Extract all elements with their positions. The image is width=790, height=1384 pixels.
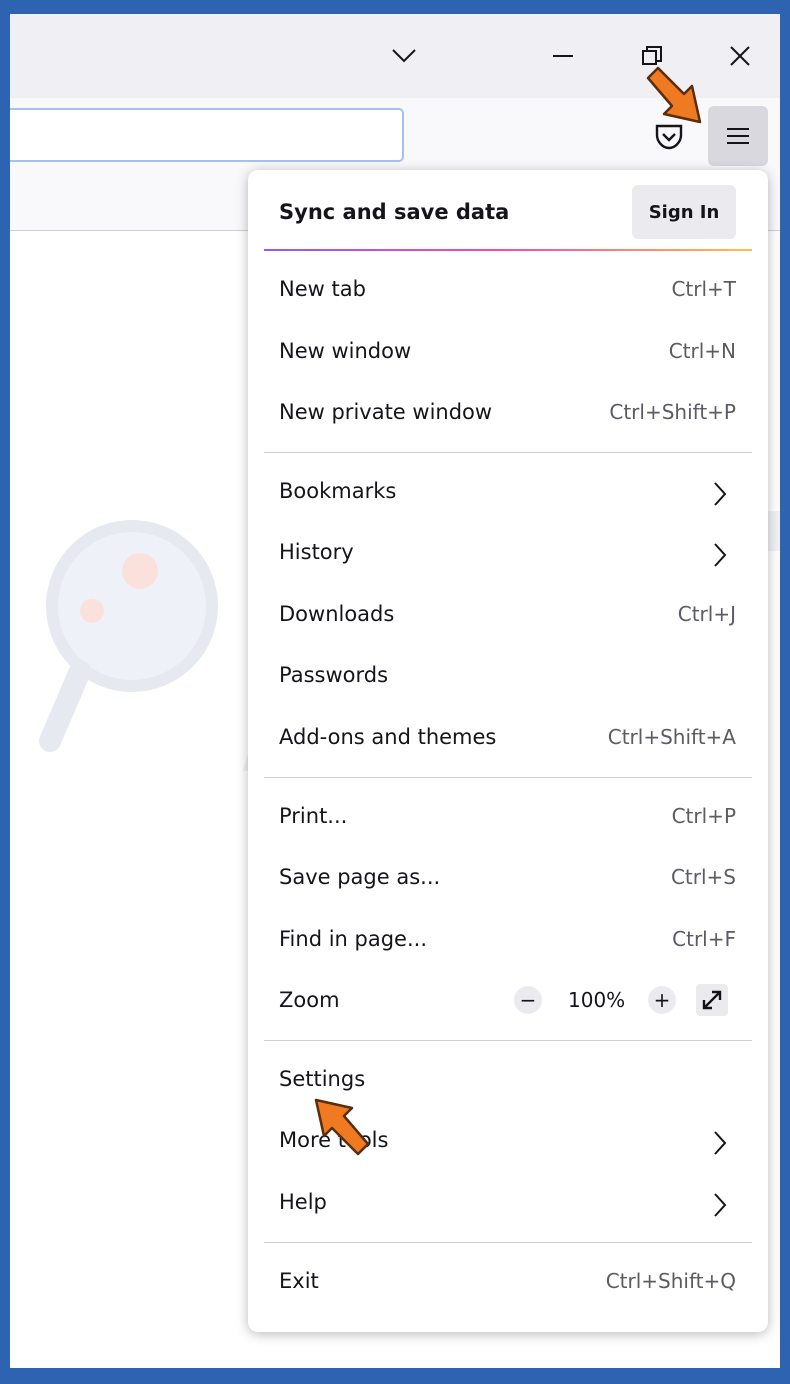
sign-in-button[interactable]: Sign In: [632, 185, 736, 239]
menu-item-shortcut: Ctrl+Shift+Q: [605, 1269, 736, 1293]
sync-divider: [264, 249, 752, 251]
close-icon[interactable]: [720, 36, 760, 76]
menu-item-label: Save page as...: [279, 865, 441, 889]
menu-separator: [264, 1040, 752, 1041]
title-bar: [10, 14, 780, 98]
menu-item-label: Bookmarks: [279, 479, 397, 503]
app-menu-panel: Sync and save data Sign In New tab Ctrl+…: [248, 170, 768, 1332]
menu-item-passwords[interactable]: Passwords: [248, 649, 768, 707]
pocket-icon[interactable]: [652, 120, 686, 154]
sync-label: Sync and save data: [279, 200, 510, 224]
zoom-label: Zoom: [279, 988, 340, 1012]
menu-item-label: More tools: [279, 1128, 389, 1152]
menu-item-shortcut: Ctrl+J: [677, 602, 736, 626]
menu-item-shortcut: Ctrl+N: [668, 339, 736, 363]
fullscreen-icon[interactable]: [696, 984, 728, 1016]
menu-item-zoom: Zoom − 100% +: [248, 974, 768, 1032]
sync-row: Sync and save data Sign In: [248, 170, 768, 256]
menu-item-label: Add-ons and themes: [279, 725, 497, 749]
zoom-out-button[interactable]: −: [514, 986, 542, 1014]
menu-item-label: New tab: [279, 277, 366, 301]
menu-item-label: Passwords: [279, 663, 389, 687]
menu-item-more-tools[interactable]: More tools: [248, 1114, 768, 1172]
browser-window: Sync and save data Sign In New tab Ctrl+…: [10, 14, 780, 1368]
menu-item-bookmarks[interactable]: Bookmarks: [248, 465, 768, 523]
hamburger-menu-icon[interactable]: [708, 106, 768, 166]
zoom-level[interactable]: 100%: [568, 988, 625, 1012]
menu-item-history[interactable]: History: [248, 526, 768, 584]
minus-icon: −: [519, 988, 537, 1012]
menu-item-label: History: [279, 540, 354, 564]
plus-icon: +: [653, 988, 671, 1012]
menu-item-save-page[interactable]: Save page as... Ctrl+S: [248, 851, 768, 909]
menu-item-label: Find in page...: [279, 927, 427, 951]
chevron-right-icon: [714, 543, 727, 567]
menu-item-find-in-page[interactable]: Find in page... Ctrl+F: [248, 913, 768, 971]
menu-item-new-window[interactable]: New window Ctrl+N: [248, 325, 768, 383]
menu-item-label: Settings: [279, 1067, 366, 1091]
chevron-down-icon[interactable]: [384, 36, 424, 76]
chevron-right-icon: [714, 1131, 727, 1155]
menu-separator: [264, 777, 752, 778]
menu-item-label: Help: [279, 1190, 327, 1214]
menu-item-shortcut: Ctrl+T: [671, 277, 736, 301]
menu-item-label: Exit: [279, 1269, 319, 1293]
menu-item-settings[interactable]: Settings: [248, 1053, 768, 1111]
chevron-right-icon: [714, 1193, 727, 1217]
menu-item-new-tab[interactable]: New tab Ctrl+T: [248, 263, 768, 321]
chevron-right-icon: [714, 482, 727, 506]
menu-item-addons-themes[interactable]: Add-ons and themes Ctrl+Shift+A: [248, 711, 768, 769]
menu-item-shortcut: Ctrl+Shift+A: [607, 725, 736, 749]
menu-separator: [264, 1242, 752, 1243]
menu-item-downloads[interactable]: Downloads Ctrl+J: [248, 588, 768, 646]
menu-item-shortcut: Ctrl+S: [670, 865, 736, 889]
menu-item-label: New window: [279, 339, 412, 363]
menu-item-exit[interactable]: Exit Ctrl+Shift+Q: [248, 1255, 768, 1313]
menu-item-label: New private window: [279, 400, 493, 424]
menu-item-label: Print...: [279, 804, 348, 828]
menu-item-print[interactable]: Print... Ctrl+P: [248, 790, 768, 848]
menu-item-shortcut: Ctrl+F: [672, 927, 736, 951]
menu-item-help[interactable]: Help: [248, 1176, 768, 1234]
menu-item-shortcut: Ctrl+P: [671, 804, 736, 828]
minimize-icon[interactable]: [543, 36, 583, 76]
url-bar-input[interactable]: [10, 108, 404, 162]
menu-item-label: Downloads: [279, 602, 395, 626]
menu-item-new-private-window[interactable]: New private window Ctrl+Shift+P: [248, 386, 768, 444]
menu-item-shortcut: Ctrl+Shift+P: [609, 400, 736, 424]
menu-separator: [264, 452, 752, 453]
restore-icon[interactable]: [632, 36, 672, 76]
zoom-in-button[interactable]: +: [648, 986, 676, 1014]
